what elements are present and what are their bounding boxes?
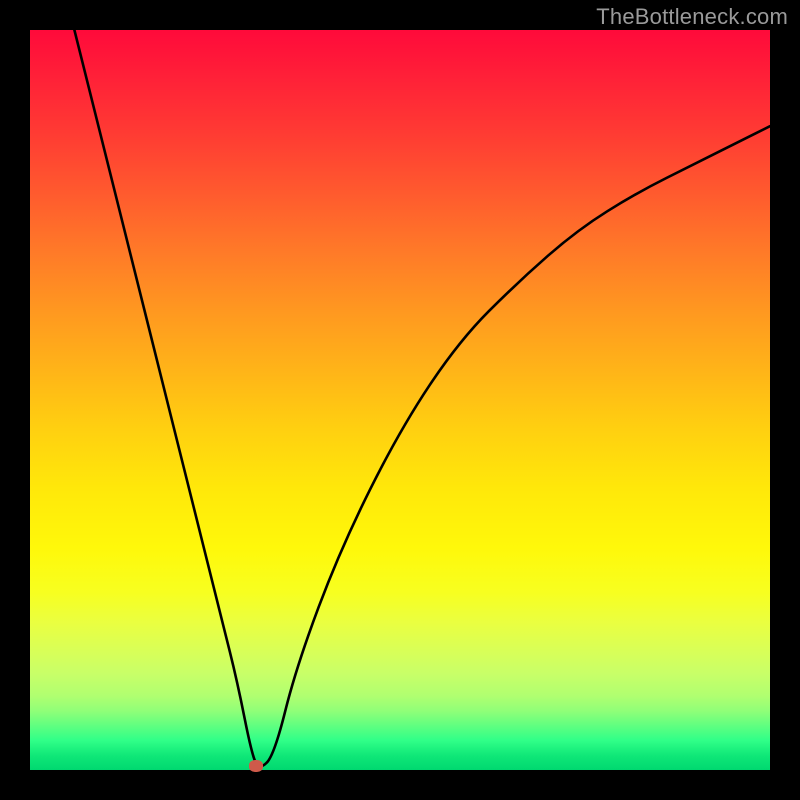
bottleneck-curve bbox=[30, 30, 770, 770]
watermark-text: TheBottleneck.com bbox=[596, 4, 788, 30]
chart-frame: TheBottleneck.com bbox=[0, 0, 800, 800]
optimal-point-marker bbox=[249, 760, 263, 772]
plot-area bbox=[30, 30, 770, 770]
